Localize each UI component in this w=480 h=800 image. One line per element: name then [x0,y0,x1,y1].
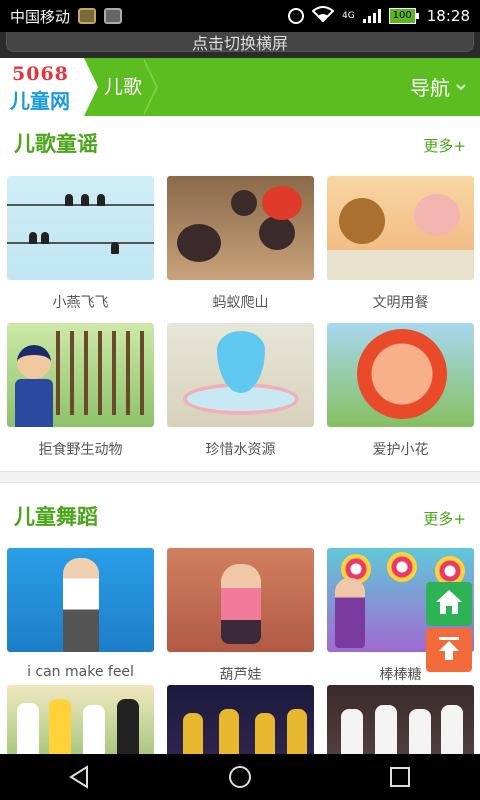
video-card[interactable]: 爱护小花 [327,323,474,459]
breadcrumb-current[interactable]: 儿歌 [104,72,142,99]
network-type-label: 4G [341,11,355,21]
status-bar: 中国移动 4G 100 18:28 [0,0,480,32]
home-button[interactable] [426,582,472,626]
rotate-screen-banner[interactable]: 点击切换横屏 [0,32,480,58]
section-divider [0,471,480,483]
video-card[interactable]: i can make feel [7,548,154,680]
notification-app-icon [78,8,97,24]
video-thumbnail[interactable] [327,323,474,427]
video-card[interactable]: 小燕飞飞 [7,176,154,312]
video-title[interactable]: 珍惜水资源 [167,439,314,459]
logo-text: 儿童网 [10,89,70,113]
alarm-icon [287,8,304,24]
video-thumbnail[interactable] [7,323,154,427]
site-header: 5068 儿童网 儿歌 导航 [0,58,480,116]
notification-image-icon [104,8,123,24]
carrier-label: 中国移动 [10,7,71,26]
section-title-dance: 儿童舞蹈 [14,505,98,529]
wifi-icon [311,6,335,26]
nav-menu-label: 导航 [410,76,450,100]
signal-icon [362,9,381,23]
clock: 18:28 [426,7,470,25]
more-songs-link[interactable]: 更多+ [423,135,466,156]
scroll-to-top-button[interactable] [426,628,472,672]
home-nav-icon[interactable] [227,764,253,790]
system-nav-bar [0,754,480,800]
battery-icon: 100 [388,8,419,24]
more-dance-link[interactable]: 更多+ [423,508,466,529]
video-title[interactable]: i can make feel [7,664,154,680]
back-icon[interactable] [67,764,93,790]
recents-icon[interactable] [387,764,413,790]
site-logo[interactable]: 5068 儿童网 [0,58,84,116]
video-title[interactable]: 拒食野生动物 [7,439,154,459]
video-card[interactable]: 文明用餐 [327,176,474,312]
arrow-up-icon [435,634,463,666]
video-title[interactable]: 文明用餐 [327,292,474,312]
video-card[interactable]: 拒食野生动物 [7,323,154,459]
video-title[interactable]: 爱护小花 [327,439,474,459]
battery-level: 100 [388,8,416,24]
video-thumbnail[interactable] [327,176,474,280]
video-card[interactable]: 葫芦娃 [167,548,314,684]
video-thumbnail[interactable] [167,176,314,280]
video-thumbnail[interactable] [167,548,314,652]
video-title[interactable]: 蚂蚁爬山 [167,292,314,312]
video-thumbnail[interactable] [167,323,314,427]
breadcrumb-end-arrow-inner [142,58,156,116]
video-thumbnail[interactable] [7,176,154,280]
rotate-screen-button[interactable]: 点击切换横屏 [6,32,474,53]
video-title[interactable]: 小燕飞飞 [7,292,154,312]
section-title-songs: 儿歌童谣 [14,132,98,156]
video-card[interactable]: 珍惜水资源 [167,323,314,459]
chevron-down-icon [456,80,466,94]
nav-menu-button[interactable]: 导航 [410,72,466,101]
video-thumbnail[interactable] [7,548,154,652]
video-title[interactable]: 葫芦娃 [167,664,314,684]
logo-number: 5068 [12,63,69,85]
video-card[interactable]: 蚂蚁爬山 [167,176,314,312]
home-icon [434,588,464,620]
breadcrumb-separator [84,58,98,116]
